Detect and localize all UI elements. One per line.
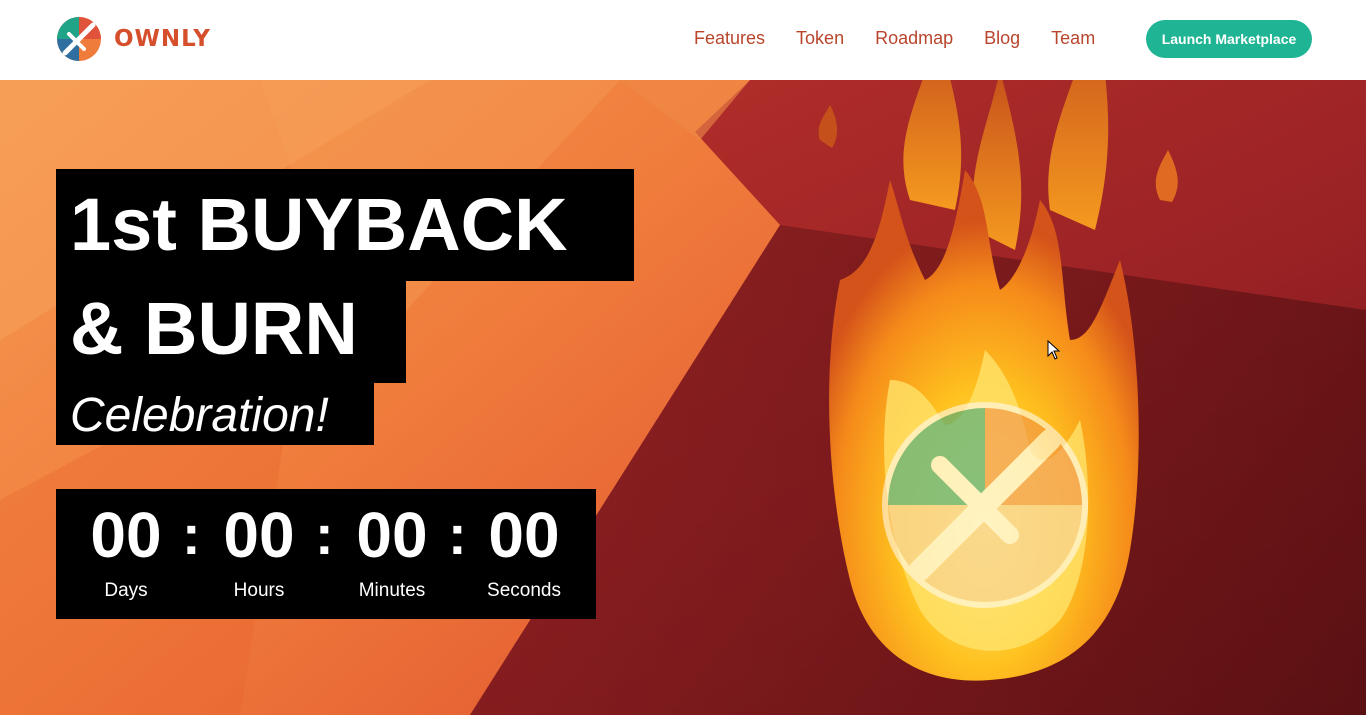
countdown-separator: : [182, 503, 201, 566]
cursor-icon [1047, 340, 1061, 360]
ownly-logo-icon [57, 17, 101, 61]
countdown-minutes-label: Minutes [358, 580, 426, 601]
countdown-minutes-value: 00 [356, 499, 428, 571]
headline-line-3-panel: Celebration! [56, 383, 374, 445]
countdown-seconds-value: 00 [488, 499, 560, 571]
launch-marketplace-button[interactable]: Launch Marketplace [1146, 20, 1312, 58]
countdown-minutes: 00 Minutes [332, 499, 452, 603]
nav-item-features[interactable]: Features [694, 26, 765, 50]
countdown-hours-value: 00 [223, 499, 295, 571]
countdown-hours: 00 Hours [199, 499, 319, 603]
countdown-hours-label: Hours [233, 580, 285, 601]
countdown-days-label: Days [104, 580, 148, 601]
nav-item-blog[interactable]: Blog [984, 26, 1020, 50]
countdown-days: 00 Days [66, 499, 186, 603]
nav-item-team[interactable]: Team [1051, 26, 1095, 50]
hero-section: 1st BUYBACK & BURN Celebration! 00 Days … [0, 80, 1366, 715]
countdown-timer: 00 Days : 00 Hours : 00 Minutes : 00 Sec… [56, 489, 596, 619]
countdown-seconds-label: Seconds [487, 580, 561, 601]
headline-line-2: & BURN [70, 287, 358, 370]
headline-line-2-panel: & BURN [56, 281, 406, 383]
headline-line-1-panel: 1st BUYBACK [56, 169, 634, 281]
brand-logo[interactable]: OWNLY [56, 16, 211, 62]
page: OWNLY Features Token Roadmap Blog Team L… [0, 0, 1366, 715]
headline-line-1: 1st BUYBACK [70, 183, 568, 266]
countdown-days-value: 00 [90, 499, 162, 571]
nav-item-roadmap[interactable]: Roadmap [875, 26, 953, 50]
brand-name: OWNLY [114, 26, 211, 52]
countdown-separator: : [315, 503, 334, 566]
main-nav: Features Token Roadmap Blog Team [694, 26, 1095, 50]
site-header: OWNLY Features Token Roadmap Blog Team L… [0, 0, 1366, 80]
nav-item-token[interactable]: Token [796, 26, 844, 50]
countdown-seconds: 00 Seconds [464, 499, 584, 603]
headline-line-3: Celebration! [70, 389, 329, 442]
